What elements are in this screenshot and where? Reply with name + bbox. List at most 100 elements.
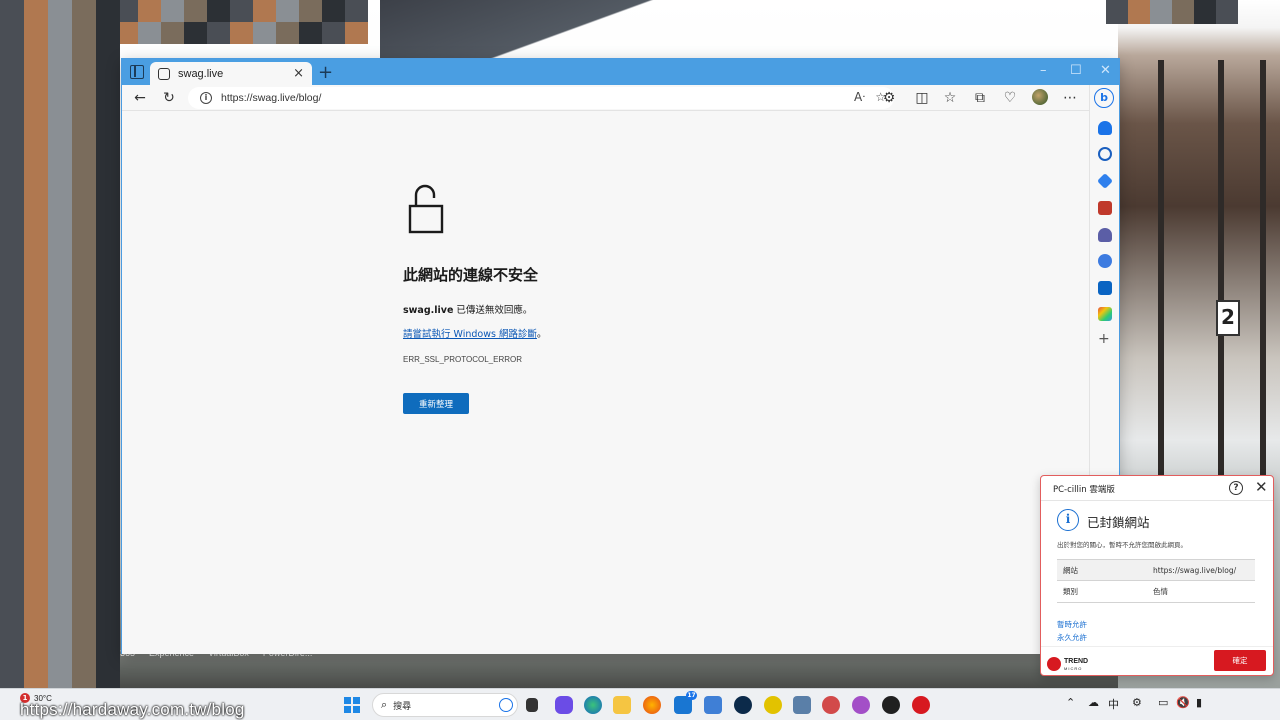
wallpaper-pixel-block [0,69,24,92]
photos-icon[interactable] [793,696,811,714]
error-host: swag.live [403,305,454,316]
firefox-icon[interactable] [643,696,661,714]
wallpaper-pixel-block [96,299,120,322]
search-sidebar-icon[interactable] [1098,147,1112,161]
wallpaper-pixel-block [96,0,120,23]
split-screen-icon[interactable]: ◫ [912,88,932,108]
drop-icon[interactable] [1098,307,1112,321]
wallpaper-pixel-block [24,138,48,161]
wallpaper-pixel-block [299,22,322,44]
wallpaper-pixel-block [96,414,120,437]
browser-tab[interactable]: swag.live × [150,62,312,85]
wallpaper-pixel-block [230,0,253,22]
maximize-button[interactable]: ☐ [1070,63,1082,78]
battery-icon[interactable]: ▮ [1196,696,1202,709]
back-arrow-icon[interactable]: ← [130,88,150,108]
tab-title: swag.live [178,67,224,80]
wallpaper-pixel-block [72,276,96,299]
microsoft-365-icon[interactable] [1098,254,1112,268]
minimize-button[interactable]: – [1040,63,1047,78]
volume-icon[interactable]: 🔇 [1176,696,1190,709]
platform-sign: 2 [1216,300,1240,336]
wallpaper-pixel-block [0,460,24,483]
wallpaper-pixel-block [0,667,24,688]
wallpaper-pixel-block [24,345,48,368]
wallpaper-pixel-block [96,368,120,391]
show-hidden-icons-chevron-icon[interactable]: ⌃ [1066,696,1075,709]
ime-indicator[interactable]: 中 [1108,696,1119,712]
profile-avatar[interactable] [1032,89,1048,105]
ime-settings-icon[interactable]: ⚙ [1132,696,1142,709]
url-text[interactable]: https://swag.live/blog/ [221,92,321,104]
network-diagnostics-link[interactable]: 請嘗試執行 Windows 網路診斷 [403,329,537,340]
refresh-icon[interactable]: ↻ [159,88,179,108]
popup-description: 出於對您的關心，暫時不允許您開啟此網頁。 [1057,541,1187,549]
allow-permanently-link[interactable]: 永久允許 [1057,632,1087,643]
wallpaper-pixel-block [24,621,48,644]
outlook-icon[interactable] [1098,281,1112,295]
ok-button[interactable]: 確定 [1214,650,1266,671]
popup-close-icon[interactable]: ✕ [1255,478,1268,496]
taskbar-search[interactable]: ⌕ 搜尋 [372,693,518,717]
chat-icon[interactable] [555,696,573,714]
wallpaper-pixel-block [48,598,72,621]
popup-footer: TREND MICRO 確定 [1041,646,1273,676]
site-info-icon[interactable]: i [200,92,212,104]
clipchamp-icon[interactable] [852,696,870,714]
record-icon[interactable] [822,696,840,714]
copilot-icon[interactable]: b [1094,88,1114,108]
wallpaper-pixel-block [161,22,184,44]
add-sidebar-app-icon[interactable]: + [1098,331,1110,347]
cyberlink-icon[interactable] [734,696,752,714]
tab-close-icon[interactable]: × [293,66,304,81]
wallpaper-pixel-block [1128,0,1150,24]
tools-briefcase-icon[interactable] [1098,201,1112,215]
task-view-icon[interactable] [526,698,538,712]
favorites-icon[interactable]: ☆ [940,88,960,108]
close-window-button[interactable]: ✕ [1100,63,1111,78]
more-menu-icon[interactable]: ⋯ [1060,88,1080,108]
collections-icon[interactable]: ⧉ [970,88,990,108]
brand-sub: MICRO [1064,666,1083,671]
wallpaper-pillar [1158,60,1164,480]
wallpaper-pixel-block [96,230,120,253]
detail-value: 色情 [1153,587,1168,596]
help-icon[interactable]: ? [1229,481,1243,495]
browser-essentials-icon[interactable]: ♡ [1000,88,1020,108]
reload-button[interactable]: 重新整理 [403,393,469,414]
wallpaper-pixel-block [72,253,96,276]
wallpaper-pixel-block [253,22,276,44]
wallpaper-pixel-block [48,414,72,437]
allow-temporarily-link[interactable]: 暫時允許 [1057,619,1087,630]
start-button[interactable] [344,697,360,713]
onedrive-icon[interactable]: ☁ [1088,696,1099,709]
read-aloud-icon[interactable]: Aᐧ [854,90,865,104]
address-bar[interactable]: i https://swag.live/blog/ Aᐧ ☆ [188,87,894,109]
tab-actions-icon[interactable] [130,65,144,79]
utility-icon[interactable] [764,696,782,714]
wallpaper-pixel-block [96,207,120,230]
app-icon[interactable] [882,696,900,714]
trend-micro-tray-icon[interactable] [912,696,930,714]
store-icon[interactable] [704,696,722,714]
wallpaper-pixel-block [48,138,72,161]
site-favicon-icon [158,67,170,80]
wallpaper-pixel-block [0,414,24,437]
wallpaper-pixel-block [72,483,96,506]
info-icon: i [1057,509,1079,531]
wallpaper-pixel-block [24,0,48,23]
wallpaper-pixel-block [0,207,24,230]
wallpaper-pixel-block [48,437,72,460]
file-explorer-icon[interactable] [613,696,631,714]
notifications-bell-icon[interactable] [1098,121,1112,135]
network-icon[interactable]: ▭ [1158,696,1168,709]
trend-micro-wordmark: TREND MICRO [1064,658,1088,672]
edge-icon[interactable] [584,696,602,714]
wallpaper-pixel-block [48,92,72,115]
games-icon[interactable] [1098,228,1112,242]
extensions-icon[interactable]: ⚙ [879,88,899,108]
shopping-tag-icon[interactable] [1097,173,1113,189]
new-tab-button[interactable]: + [318,62,333,83]
wallpaper-pixel-block [0,138,24,161]
wallpaper-pixel-block [0,23,24,46]
